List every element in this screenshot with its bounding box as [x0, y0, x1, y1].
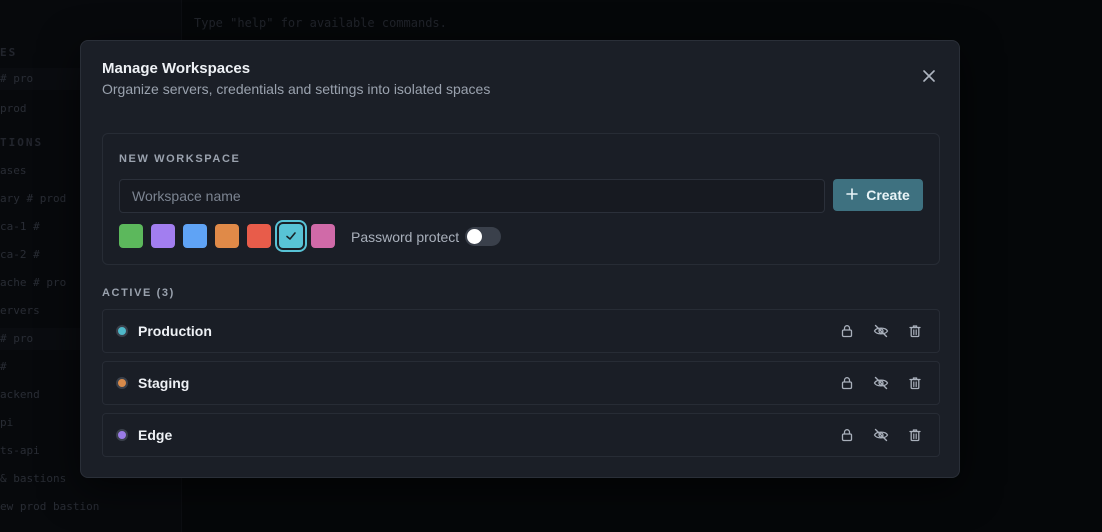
color-swatch[interactable]: [279, 224, 303, 248]
close-icon[interactable]: [921, 68, 937, 84]
create-button-label: Create: [866, 187, 910, 203]
workspace-row[interactable]: Production: [102, 309, 940, 353]
workspace-row[interactable]: Edge: [102, 413, 940, 457]
dialog-subtitle: Organize servers, credentials and settin…: [102, 81, 491, 97]
new-workspace-label: NEW WORKSPACE: [119, 153, 241, 165]
workspace-actions: [839, 323, 923, 339]
eye-off-icon[interactable]: [873, 427, 889, 443]
workspace-color-dot: [116, 377, 128, 389]
active-workspaces-label: ACTIVE (3): [102, 287, 175, 299]
workspace-color-dot: [116, 429, 128, 441]
check-icon: [285, 230, 297, 242]
dialog-title: Manage Workspaces: [102, 60, 251, 77]
workspace-name-input[interactable]: [119, 179, 825, 213]
color-picker: [119, 224, 335, 248]
lock-icon[interactable]: [839, 323, 855, 339]
color-swatch[interactable]: [183, 224, 207, 248]
color-swatch[interactable]: [119, 224, 143, 248]
lock-icon[interactable]: [839, 427, 855, 443]
new-workspace-card: NEW WORKSPACE Create Password protect: [102, 133, 940, 265]
color-swatch[interactable]: [215, 224, 239, 248]
plus-icon: [846, 187, 859, 203]
color-swatch[interactable]: [311, 224, 335, 248]
workspace-actions: [839, 427, 923, 443]
color-swatch[interactable]: [151, 224, 175, 248]
workspace-list: Production Staging Edge: [102, 309, 940, 465]
toggle-knob: [467, 229, 482, 244]
lock-icon[interactable]: [839, 375, 855, 391]
trash-icon[interactable]: [907, 323, 923, 339]
workspace-color-dot: [116, 325, 128, 337]
color-swatch[interactable]: [247, 224, 271, 248]
workspace-row[interactable]: Staging: [102, 361, 940, 405]
trash-icon[interactable]: [907, 427, 923, 443]
workspace-actions: [839, 375, 923, 391]
workspace-name: Staging: [138, 375, 190, 391]
workspace-name: Edge: [138, 427, 173, 443]
manage-workspaces-dialog: Manage Workspaces Organize servers, cred…: [80, 40, 960, 478]
password-protect-toggle[interactable]: [465, 227, 501, 246]
trash-icon[interactable]: [907, 375, 923, 391]
workspace-name: Production: [138, 323, 212, 339]
eye-off-icon[interactable]: [873, 375, 889, 391]
password-protect-label: Password protect: [351, 229, 460, 245]
create-button[interactable]: Create: [833, 179, 923, 211]
eye-off-icon[interactable]: [873, 323, 889, 339]
